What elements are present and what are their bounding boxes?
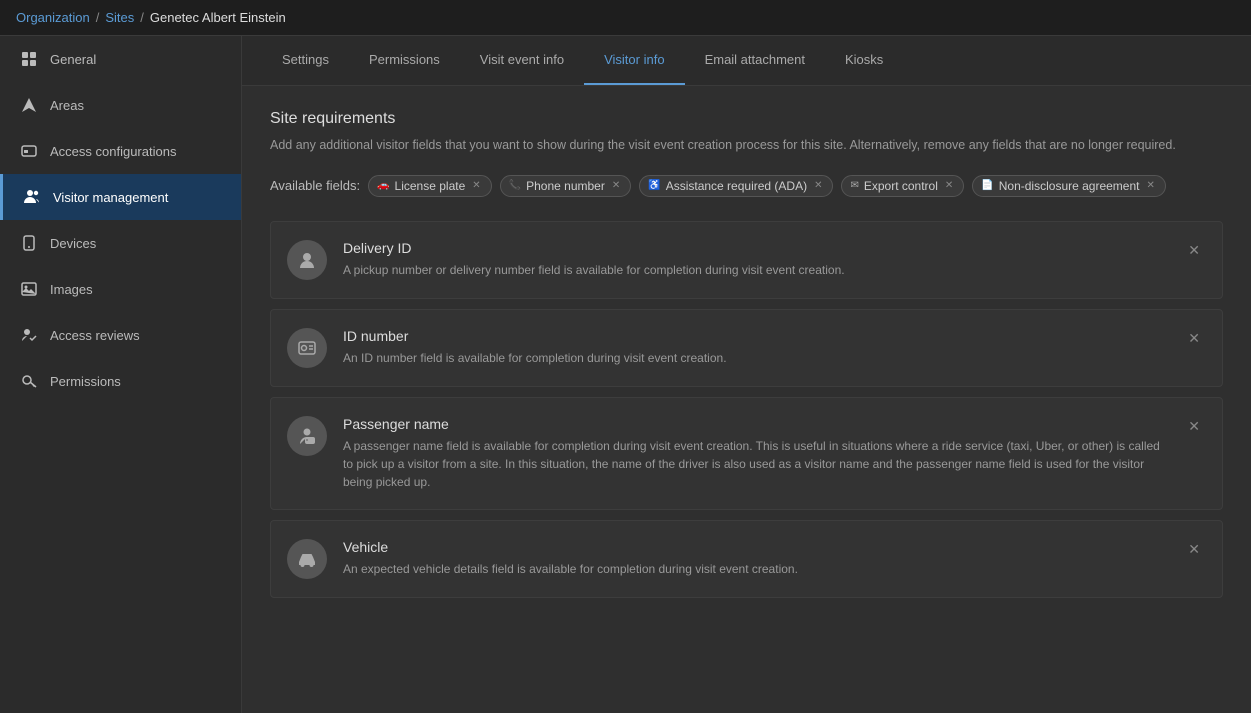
breadcrumb-current: Genetec Albert Einstein [150, 10, 286, 25]
delivery-id-icon [287, 240, 327, 280]
tabs-bar: Settings Permissions Visit event info Vi… [242, 36, 1251, 86]
chip-assistance-required[interactable]: ♿ Assistance required (ADA) ✕ [639, 175, 833, 197]
chip-license-plate-close[interactable]: ✕ [472, 180, 480, 191]
sidebar-item-permissions[interactable]: Permissions [0, 358, 241, 404]
chip-phone-number-label: Phone number [526, 179, 605, 193]
sidebar-item-devices-label: Devices [50, 236, 96, 251]
breadcrumb-sep2: / [140, 10, 144, 25]
sidebar-item-general[interactable]: General [0, 36, 241, 82]
chip-license-plate-label: License plate [395, 179, 466, 193]
field-item-delivery-id: Delivery ID A pickup number or delivery … [270, 221, 1223, 299]
tab-permissions[interactable]: Permissions [349, 36, 460, 85]
vehicle-content: Vehicle An expected vehicle details fiel… [343, 539, 1166, 578]
delivery-id-desc: A pickup number or delivery number field… [343, 261, 1166, 279]
tab-kiosks[interactable]: Kiosks [825, 36, 903, 85]
chip-export-control[interactable]: ✉ Export control ✕ [841, 175, 964, 197]
sidebar-item-general-label: General [50, 52, 96, 67]
breadcrumb-sep1: / [96, 10, 100, 25]
vehicle-title: Vehicle [343, 539, 1166, 555]
phone-chip-icon: 📞 [509, 180, 521, 191]
vehicle-remove-button[interactable]: ✕ [1182, 539, 1206, 560]
breadcrumb: Organization / Sites / Genetec Albert Ei… [0, 0, 1251, 36]
export-chip-icon: ✉ [850, 180, 858, 191]
chip-non-disclosure-label: Non-disclosure agreement [999, 179, 1140, 193]
sidebar-item-areas[interactable]: Areas [0, 82, 241, 128]
available-fields-row: Available fields: 🚗 License plate ✕ 📞 Ph… [270, 175, 1223, 197]
delivery-id-content: Delivery ID A pickup number or delivery … [343, 240, 1166, 279]
tab-visitor-info[interactable]: Visitor info [584, 36, 684, 85]
sidebar-item-visitor-management[interactable]: Visitor management [0, 174, 241, 220]
content-area: Settings Permissions Visit event info Vi… [242, 36, 1251, 713]
nda-chip-icon: 📄 [981, 180, 993, 191]
license-plate-chip-icon: 🚗 [377, 180, 389, 191]
section-desc: Add any additional visitor fields that y… [270, 136, 1223, 155]
tab-settings[interactable]: Settings [262, 36, 349, 85]
passenger-name-title: Passenger name [343, 416, 1166, 432]
chip-export-control-label: Export control [864, 179, 938, 193]
key-icon [20, 372, 38, 390]
sidebar-item-access-configurations[interactable]: Access configurations [0, 128, 241, 174]
sidebar-item-access-configurations-label: Access configurations [50, 144, 176, 159]
sidebar-item-access-reviews[interactable]: Access reviews [0, 312, 241, 358]
device-icon [20, 234, 38, 252]
delivery-id-title: Delivery ID [343, 240, 1166, 256]
grid-icon [20, 50, 38, 68]
assistance-chip-icon: ♿ [648, 180, 660, 191]
sidebar-item-areas-label: Areas [50, 98, 84, 113]
passenger-name-content: Passenger name A passenger name field is… [343, 416, 1166, 491]
sidebar-item-permissions-label: Permissions [50, 374, 121, 389]
sidebar-item-access-reviews-label: Access reviews [50, 328, 140, 343]
sidebar-item-images[interactable]: Images [0, 266, 241, 312]
field-item-passenger-name: Passenger name A passenger name field is… [270, 397, 1223, 510]
tab-email-attachment[interactable]: Email attachment [685, 36, 825, 85]
people-icon [23, 188, 41, 206]
chip-assistance-required-label: Assistance required (ADA) [666, 179, 807, 193]
id-number-title: ID number [343, 328, 1166, 344]
sidebar-item-images-label: Images [50, 282, 93, 297]
chip-phone-number-close[interactable]: ✕ [612, 180, 620, 191]
sidebar: General Areas Access configurations [0, 36, 242, 713]
user-check-icon [20, 326, 38, 344]
tab-visit-event-info[interactable]: Visit event info [460, 36, 584, 85]
breadcrumb-sites[interactable]: Sites [105, 10, 134, 25]
breadcrumb-org[interactable]: Organization [16, 10, 90, 25]
chip-non-disclosure[interactable]: 📄 Non-disclosure agreement ✕ [972, 175, 1166, 197]
chip-phone-number[interactable]: 📞 Phone number ✕ [500, 175, 632, 197]
id-number-icon [287, 328, 327, 368]
id-number-desc: An ID number field is available for comp… [343, 349, 1166, 367]
id-number-content: ID number An ID number field is availabl… [343, 328, 1166, 367]
id-number-remove-button[interactable]: ✕ [1182, 328, 1206, 349]
card-icon [20, 142, 38, 160]
section-title: Site requirements [270, 110, 1223, 128]
passenger-name-icon [287, 416, 327, 456]
image-icon [20, 280, 38, 298]
field-item-id-number: ID number An ID number field is availabl… [270, 309, 1223, 387]
passenger-name-desc: A passenger name field is available for … [343, 437, 1166, 491]
chip-export-control-close[interactable]: ✕ [945, 180, 953, 191]
vehicle-icon [287, 539, 327, 579]
sidebar-item-devices[interactable]: Devices [0, 220, 241, 266]
passenger-name-remove-button[interactable]: ✕ [1182, 416, 1206, 437]
sidebar-item-visitor-management-label: Visitor management [53, 190, 168, 205]
field-item-vehicle: Vehicle An expected vehicle details fiel… [270, 520, 1223, 598]
available-label: Available fields: [270, 178, 360, 193]
vehicle-desc: An expected vehicle details field is ava… [343, 560, 1166, 578]
content-body: Site requirements Add any additional vis… [242, 86, 1251, 713]
navigate-icon [20, 96, 38, 114]
chip-non-disclosure-close[interactable]: ✕ [1147, 180, 1155, 191]
chip-assistance-required-close[interactable]: ✕ [814, 180, 822, 191]
delivery-id-remove-button[interactable]: ✕ [1182, 240, 1206, 261]
chip-license-plate[interactable]: 🚗 License plate ✕ [368, 175, 492, 197]
